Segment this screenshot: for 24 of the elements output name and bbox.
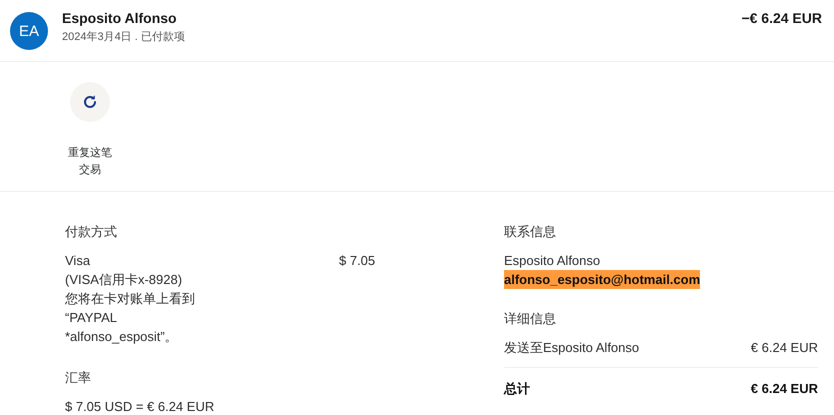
action-label[interactable]: 重复这笔交易 [66, 145, 114, 179]
payment-method-text: 您将在卡对账单上看到 [65, 290, 196, 308]
section-heading: 汇率 [65, 369, 92, 387]
detail-label: 发送至Esposito Alfonso [504, 339, 640, 357]
section-heading: 付款方式 [65, 223, 118, 241]
refresh-icon [81, 93, 99, 111]
transaction-date: 2024年3月4日 . 已付款项 [62, 30, 186, 44]
payment-method-text: “PAYPAL [65, 309, 118, 327]
payment-amount: $ 7.05 [339, 252, 376, 270]
payment-method-text: *alfonso_esposit”。 [65, 328, 179, 346]
avatar: EA [10, 12, 48, 50]
section-heading: 详细信息 [504, 310, 557, 328]
total-amount: € 6.24 EUR [750, 380, 818, 398]
payment-method-text: (VISA信用卡x-8928) [65, 271, 184, 289]
total-label: 总计 [504, 380, 530, 398]
detail-amount: € 6.24 EUR [750, 339, 818, 357]
contact-email: alfonso_esposito@hotmail.com [504, 270, 700, 289]
transaction-amount: −€ 6.24 EUR [741, 10, 822, 26]
exchange-rate: $ 7.05 USD = € 6.24 EUR [65, 398, 216, 415]
repeat-button[interactable] [70, 82, 110, 122]
contact-name: Esposito Alfonso [504, 252, 602, 270]
section-heading: 联系信息 [504, 223, 557, 241]
payee-name: Esposito Alfonso [62, 10, 178, 26]
payment-method-text: Visa [65, 252, 92, 270]
